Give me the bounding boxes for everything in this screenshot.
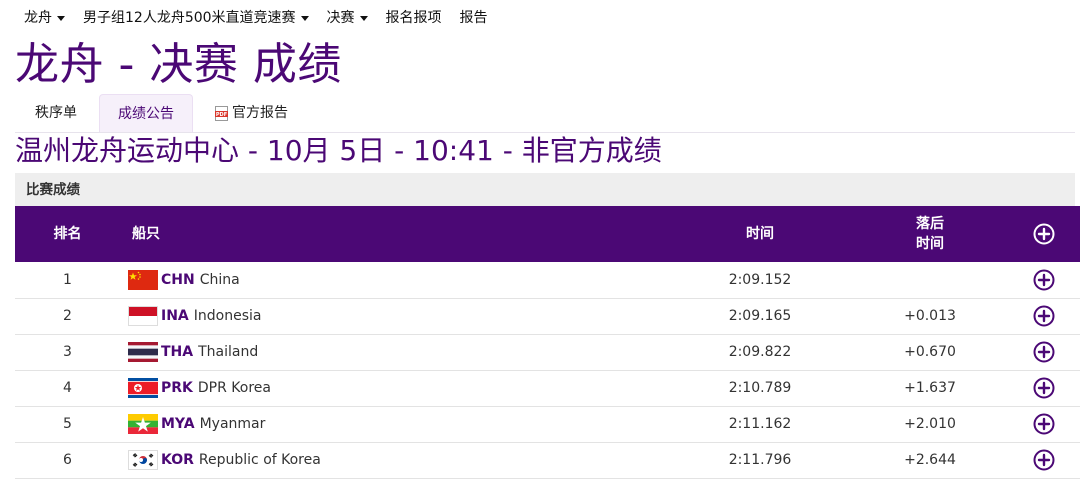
rank-cell: 4 (15, 370, 120, 407)
expand-cell (1000, 262, 1080, 299)
country-code[interactable]: PRK (161, 380, 193, 396)
plus-circle-icon[interactable] (1033, 377, 1055, 399)
nav-label: 龙舟 (24, 10, 52, 26)
boat-cell: PRK DPR Korea (120, 370, 660, 407)
nav-reports-link[interactable]: 报告 (460, 7, 488, 27)
expand-cell (1000, 406, 1080, 443)
behind-cell (860, 262, 1000, 299)
nav-entries-link[interactable]: 报名报项 (386, 7, 442, 27)
top-nav: 龙舟 男子组12人龙舟500米直道竞速赛 决赛 报名报项 报告 (24, 7, 506, 27)
plus-circle-icon[interactable] (1033, 223, 1055, 245)
svg-text:PDF: PDF (216, 112, 227, 118)
expand-cell (1000, 334, 1080, 371)
rank-cell: 5 (15, 406, 120, 443)
nav-label: 报名报项 (385, 10, 442, 26)
time-cell: 2:09.822 (660, 334, 860, 371)
header-behind: 落后 时间 (860, 206, 1000, 262)
caret-down-icon (300, 15, 309, 21)
behind-cell: +1.637 (860, 370, 1000, 407)
tab-official-report[interactable]: PDF 官方报告 (197, 94, 306, 132)
plus-circle-icon[interactable] (1033, 341, 1055, 363)
table-row[interactable]: 6 KOR Republic of Korea 2:11.796 +2.644 (15, 442, 1080, 479)
plus-circle-icon[interactable] (1033, 449, 1055, 471)
nav-sport-dropdown[interactable]: 龙舟 (24, 7, 65, 27)
pdf-icon: PDF (215, 105, 228, 121)
country-code[interactable]: THA (161, 344, 193, 360)
country-code[interactable]: INA (161, 308, 189, 324)
country-name: China (199, 271, 240, 288)
expand-cell (1000, 370, 1080, 407)
behind-cell: +0.670 (860, 334, 1000, 371)
section-heading: 比赛成绩 (15, 173, 1075, 206)
header-behind-line2: 时间 (916, 236, 944, 252)
boat-cell: MYA Myanmar (120, 406, 660, 443)
boat-cell: INA Indonesia (120, 298, 660, 335)
time-cell: 2:11.796 (660, 442, 860, 479)
country-code[interactable]: KOR (161, 452, 194, 468)
korea-flag-icon (128, 450, 158, 470)
time-cell: 2:10.789 (660, 370, 860, 407)
tab-label: 成绩公告 (118, 106, 174, 122)
header-time: 时间 (660, 206, 860, 262)
table-row[interactable]: 1 CHN China 2:09.152 (15, 262, 1080, 299)
header-boat: 船只 (120, 206, 660, 262)
country-code[interactable]: MYA (161, 416, 195, 432)
dpr-korea-flag-icon (128, 378, 158, 398)
header-expand (1000, 206, 1080, 262)
boat-cell: THA Thailand (120, 334, 660, 371)
time-cell: 2:11.162 (660, 406, 860, 443)
behind-cell: +2.644 (860, 442, 1000, 479)
myanmar-flag-icon (128, 414, 158, 434)
plus-circle-icon[interactable] (1033, 269, 1055, 291)
results-table: 排名 船只 时间 落后 时间 1 CHN China 2:09.152 2 IN… (15, 206, 1080, 479)
tab-results[interactable]: 成绩公告 (99, 94, 193, 132)
nav-label: 决赛 (326, 10, 355, 26)
header-behind-line1: 落后 (916, 216, 944, 232)
venue-date-subtitle: 温州龙舟运动中心 - 10月 5日 - 10:41 - 非官方成绩 (15, 134, 662, 167)
rank-cell: 3 (15, 334, 120, 371)
boat-cell: KOR Republic of Korea (120, 442, 660, 479)
indonesia-flag-icon (128, 306, 158, 326)
table-row[interactable]: 4 PRK DPR Korea 2:10.789 +1.637 (15, 370, 1080, 407)
nav-label: 报告 (459, 10, 488, 26)
caret-down-icon (57, 15, 65, 21)
tab-bar: 秩序单 成绩公告 PDF 官方报告 (15, 94, 1075, 133)
tab-label: 官方报告 (232, 105, 288, 121)
time-cell: 2:09.165 (660, 298, 860, 335)
country-code[interactable]: CHN (161, 272, 195, 288)
thailand-flag-icon (128, 342, 158, 362)
expand-cell (1000, 298, 1080, 335)
table-row[interactable]: 2 INA Indonesia 2:09.165 +0.013 (15, 298, 1080, 335)
table-row[interactable]: 5 MYA Myanmar 2:11.162 +2.010 (15, 406, 1080, 443)
china-flag-icon (128, 269, 158, 290)
country-name: Republic of Korea (198, 452, 321, 468)
rank-cell: 6 (15, 442, 120, 479)
caret-down-icon (359, 15, 368, 21)
rank-cell: 1 (15, 262, 120, 299)
nav-event-dropdown[interactable]: 男子组12人龙舟500米直道竞速赛 (83, 7, 309, 27)
tab-label: 秩序单 (35, 105, 77, 121)
table-row[interactable]: 3 THA Thailand 2:09.822 +0.670 (15, 334, 1080, 371)
nav-phase-dropdown[interactable]: 决赛 (327, 7, 368, 27)
table-header-row: 排名 船只 时间 落后 时间 (15, 206, 1080, 262)
header-rank: 排名 (15, 206, 120, 262)
behind-cell: +0.013 (860, 298, 1000, 335)
tab-start-list[interactable]: 秩序单 (17, 94, 95, 132)
page-title: 龙舟 - 决赛 成绩 (15, 39, 342, 90)
nav-label: 男子组12人龙舟500米直道竞速赛 (83, 10, 296, 26)
plus-circle-icon[interactable] (1033, 413, 1055, 435)
country-name: Indonesia (193, 308, 262, 324)
expand-cell (1000, 442, 1080, 479)
country-name: DPR Korea (197, 380, 271, 396)
plus-circle-icon[interactable] (1033, 305, 1055, 327)
behind-cell: +2.010 (860, 406, 1000, 443)
rank-cell: 2 (15, 298, 120, 335)
country-name: Thailand (198, 344, 259, 360)
country-name: Myanmar (199, 416, 266, 432)
time-cell: 2:09.152 (660, 262, 860, 299)
boat-cell: CHN China (120, 262, 660, 299)
